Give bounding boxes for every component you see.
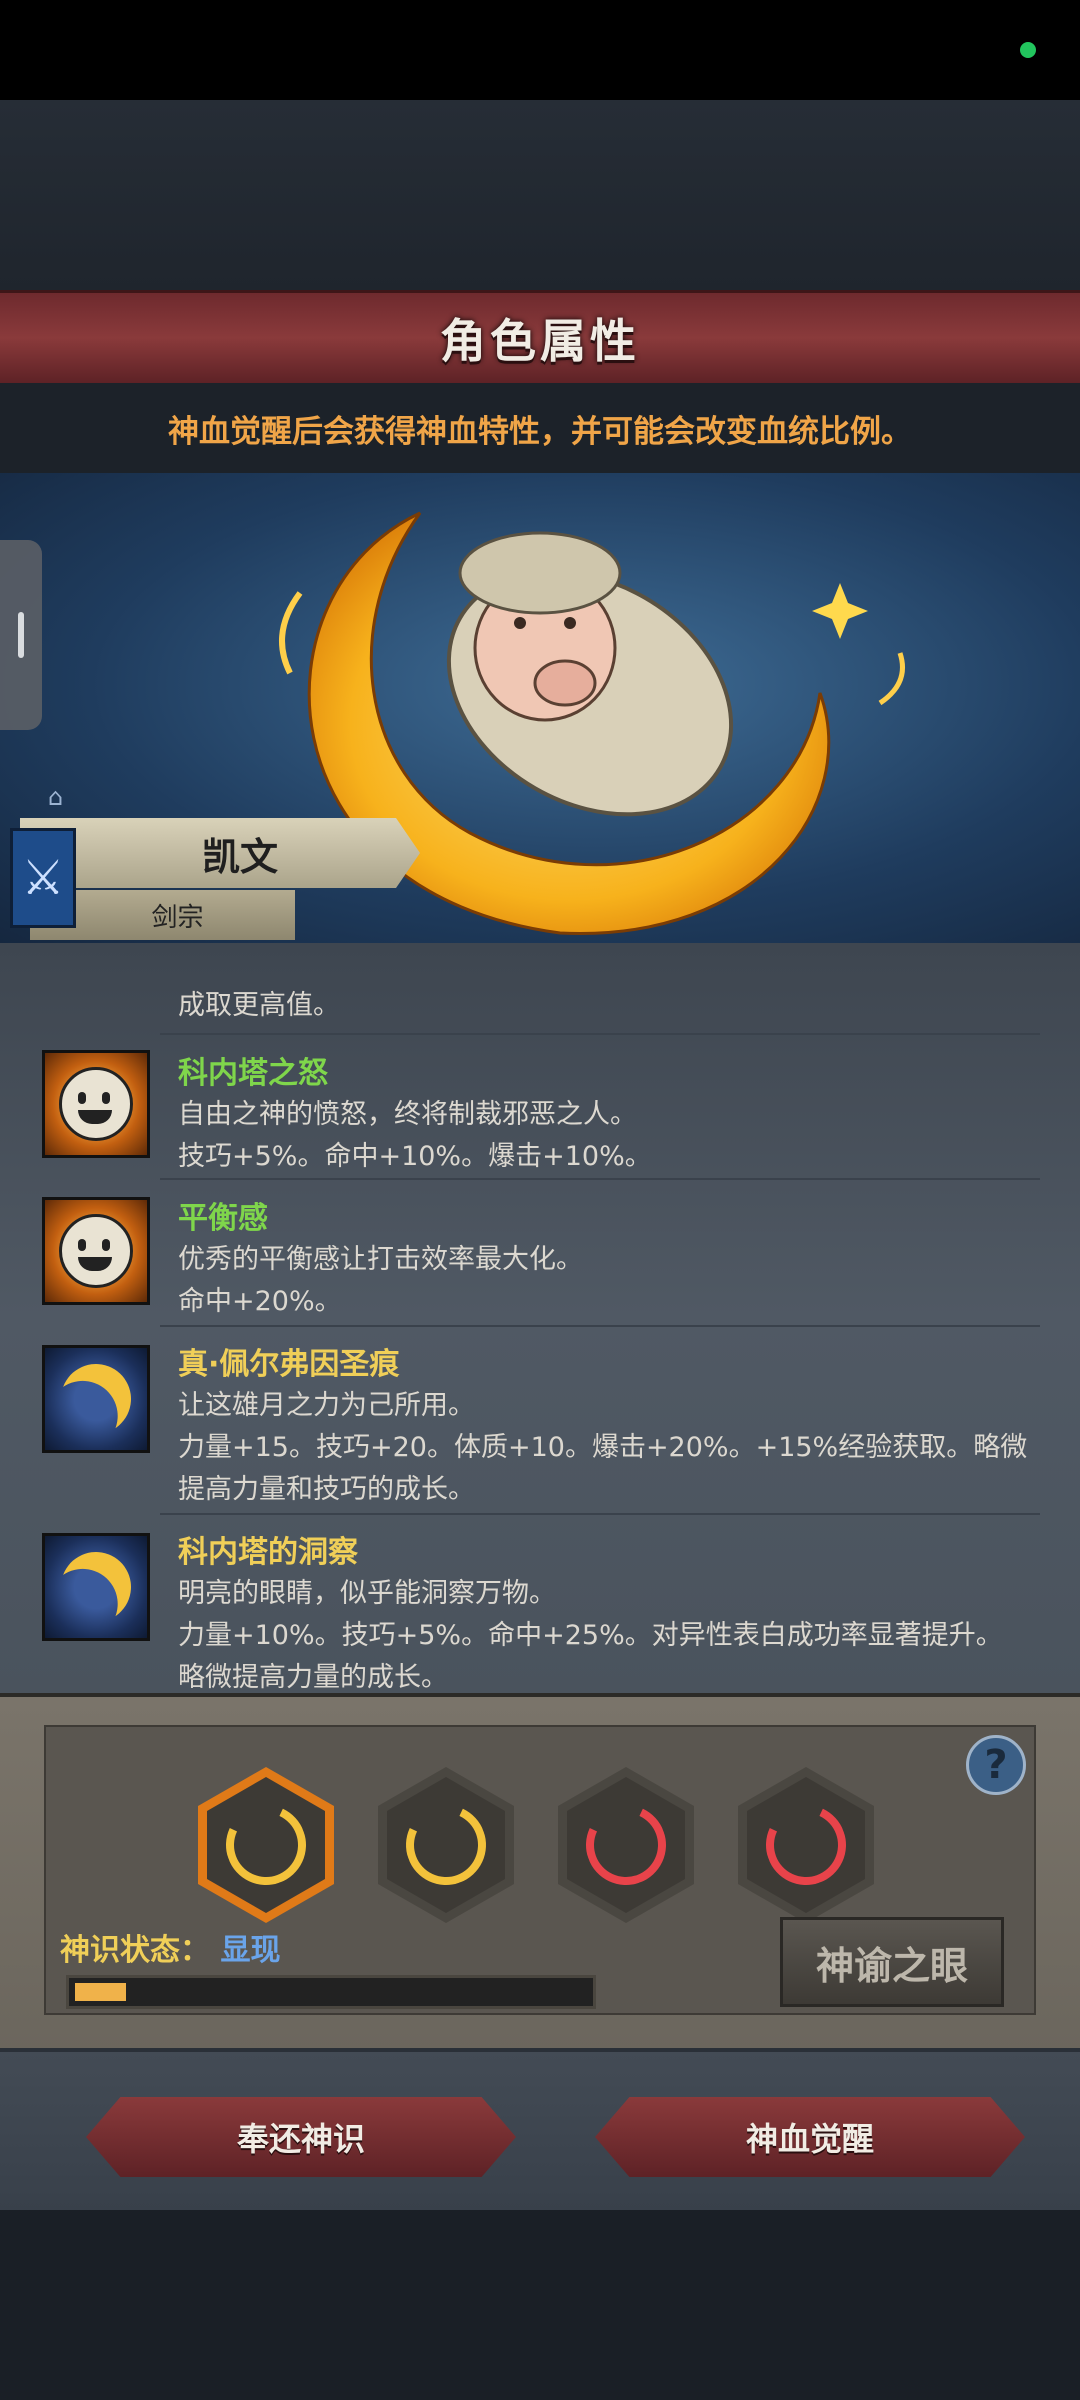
divine-slot-3[interactable] [558,1767,694,1923]
trait-effect: 技巧+5%。命中+10%。爆击+10%。 [178,1141,652,1172]
crescent-moon-icon [42,1533,150,1641]
awaken-blood-button[interactable]: 神血觉醒 [595,2097,1025,2177]
trait-desc: 自由之神的愤怒，终将制裁邪恶之人。 [178,1099,637,1130]
page-title: 角色属性 [440,314,640,368]
red-moon-ring-icon [574,1793,678,1897]
trait-name: 科内塔的洞察 [178,1535,358,1570]
trait-effect: 力量+10%。技巧+5%。命中+25%。对异性表白成功率显著提升。 [178,1620,1003,1651]
gold-moon-ring-icon [394,1793,498,1897]
trait-name: 科内塔之怒 [178,1056,328,1091]
sun-face-icon [42,1197,150,1305]
trait-desc: 明亮的眼睛，似乎能洞察万物。 [178,1578,556,1609]
return-sense-button[interactable]: 奉还神识 [86,2097,516,2177]
divine-progress-bar [66,1975,596,2009]
title-bar: 角色属性 [0,290,1080,386]
trait-partial-line: 成取更高值。 [178,990,340,1021]
awaken-blood-label: 神血觉醒 [745,2120,874,2158]
character-class: 剑宗 [151,902,204,933]
oracle-eye-label: 神谕之眼 [815,1943,968,1988]
character-name: 凯文 [201,834,278,879]
red-moon-ring-icon [754,1793,858,1897]
divine-slot-1[interactable] [198,1767,334,1923]
trait-name: 真·佩尔弗因圣痕 [178,1347,400,1382]
sun-face-icon [42,1050,150,1158]
trait-name: 平衡感 [178,1201,268,1236]
sword-class-icon: ⚔ [10,828,76,928]
question-icon[interactable]: ? [966,1735,1026,1795]
trait-desc: 让这雄月之力为己所用。 [178,1390,475,1421]
trait-effect: 提高力量和技巧的成长。 [178,1474,475,1505]
divine-sense-inner: ? 神识状态： 显现 神谕之眼 [44,1725,1036,2015]
gold-moon-ring-icon [214,1793,318,1897]
divider [160,1033,1040,1035]
trait-list[interactable]: 成取更高值。 科内塔之怒 自由之神的愤怒，终将制裁邪恶之人。 技巧+5%。命中+… [0,943,1080,1693]
bottom-backdrop [0,2210,1080,2400]
trait-desc: 优秀的平衡感让打击效率最大化。 [178,1244,583,1275]
trait-effect: 略微提高力量的成长。 [178,1662,448,1693]
trait-effect: 力量+15。技巧+20。体质+10。爆击+20%。+15%经验获取。略微 [178,1432,1028,1463]
action-bar: 奉还神识 神血觉醒 [0,2048,1080,2214]
status-bar [0,0,1080,100]
crescent-moon-icon [42,1345,150,1453]
divine-slot-2[interactable] [378,1767,514,1923]
divine-state: 神识状态： 显现 [60,1925,280,1969]
divine-state-value: 显现 [220,1933,281,1968]
divider [160,1325,1040,1327]
notice-text: 神血觉醒后会获得神血特性，并可能会改变血统比例。 [168,413,912,450]
divine-slot-4[interactable] [738,1767,874,1923]
oracle-eye-button[interactable]: 神谕之眼 [780,1917,1004,2007]
divine-progress-fill [75,1983,126,2001]
divine-state-label: 神识状态： [60,1933,210,1968]
top-backdrop [0,100,1080,290]
divine-sense-panel: ? 神识状态： 显现 神谕之眼 [0,1693,1080,2052]
trait-effect: 命中+20%。 [178,1286,342,1317]
character-name-banner: 凯文 [20,818,420,888]
camera-indicator [1020,42,1036,58]
side-drawer-handle[interactable] [0,540,42,730]
return-sense-label: 奉还神识 [236,2120,365,2158]
divider [160,1178,1040,1180]
notice-bar: 神血觉醒后会获得神血特性，并可能会改变血统比例。 [0,383,1080,473]
home-icon[interactable]: ⌂ [48,784,74,810]
divider [160,1513,1040,1515]
